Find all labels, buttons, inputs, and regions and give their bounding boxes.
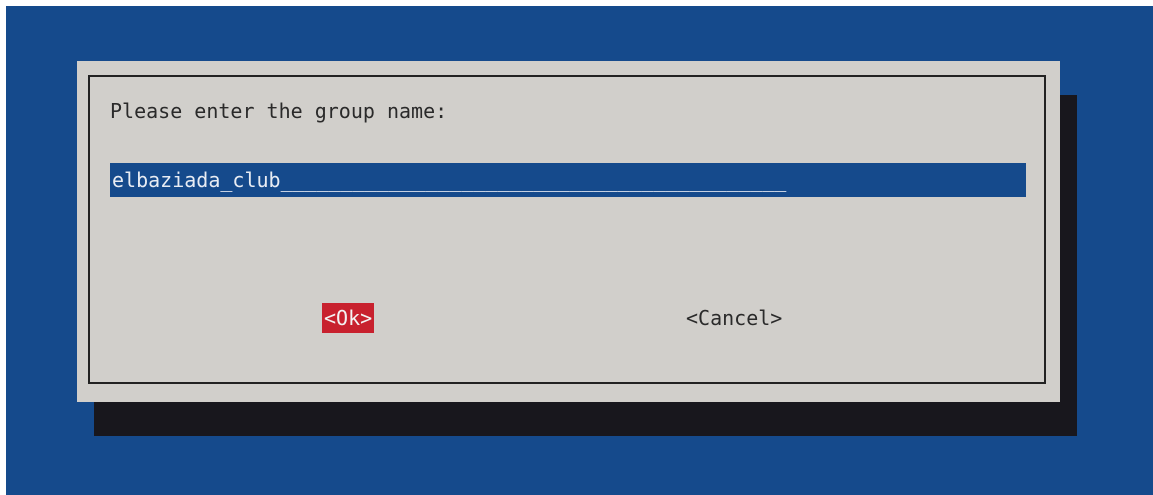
ok-button[interactable]: <Ok> [322, 303, 375, 333]
terminal-screen: Please enter the group name: elbaziada_c… [6, 6, 1153, 495]
input-fill-underscores: ________________________________________… [280, 168, 787, 192]
group-name-input[interactable]: elbaziada_club__________________________… [110, 163, 1026, 197]
dialog-prompt: Please enter the group name: [110, 99, 448, 123]
input-dialog: Please enter the group name: elbaziada_c… [77, 61, 1060, 402]
cancel-button[interactable]: <Cancel> [684, 303, 784, 333]
group-name-value: elbaziada_club [112, 168, 281, 192]
